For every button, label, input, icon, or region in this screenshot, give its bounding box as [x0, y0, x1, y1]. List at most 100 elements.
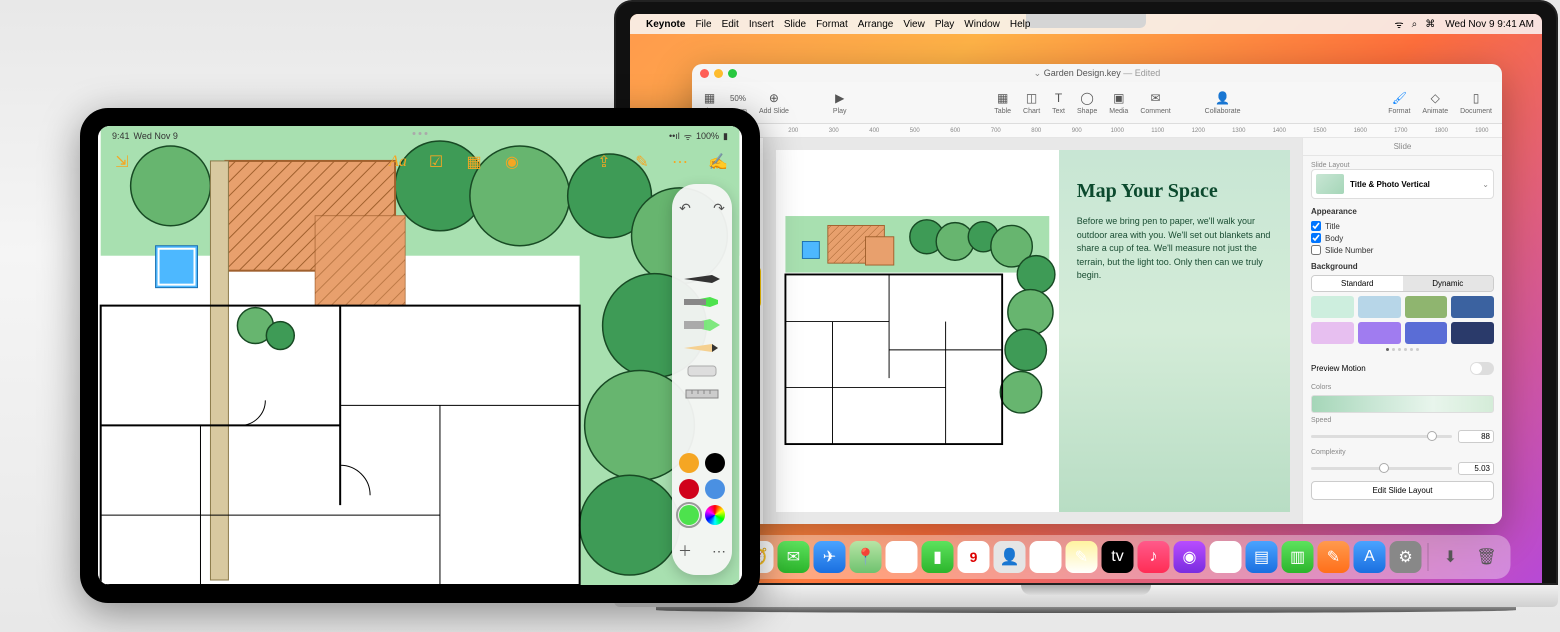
toolbar-add-slide[interactable]: ⊕Add Slide: [759, 90, 789, 115]
swatch-pager[interactable]: [1311, 348, 1494, 351]
dock-downloads[interactable]: ⬇: [1435, 541, 1467, 573]
current-slide[interactable]: Map Your Space Before we bring pen to pa…: [776, 150, 1290, 512]
undo-button[interactable]: ↶: [671, 194, 699, 222]
dock-photos[interactable]: ✿: [886, 541, 918, 573]
menu-insert[interactable]: Insert: [749, 19, 774, 30]
toolbar-document[interactable]: ▯Document: [1460, 90, 1492, 115]
menu-window[interactable]: Window: [964, 19, 1000, 30]
colors-gradient[interactable]: [1311, 395, 1494, 413]
fullscreen-button[interactable]: [728, 69, 737, 78]
dock-podcasts[interactable]: ◉: [1174, 541, 1206, 573]
background-swatch-5[interactable]: [1358, 322, 1401, 344]
compose-icon[interactable]: ✍: [706, 150, 730, 174]
background-mode-toggle[interactable]: Standard Dynamic: [1311, 275, 1494, 292]
preview-motion-toggle[interactable]: [1470, 362, 1494, 375]
dock-reminders[interactable]: ☰: [1030, 541, 1062, 573]
pen-tool[interactable]: [681, 269, 723, 289]
markup-color[interactable]: [679, 453, 699, 473]
dock-settings[interactable]: ⚙: [1390, 541, 1422, 573]
window-titlebar[interactable]: ⌄ Garden Design.key — Edited: [692, 64, 1502, 82]
slide-body[interactable]: Before we bring pen to paper, we'll walk…: [1077, 215, 1272, 283]
markup-icon[interactable]: ✎: [630, 150, 654, 174]
dock-trash[interactable]: 🗑: [1471, 541, 1503, 573]
pencil-tool[interactable]: [681, 338, 723, 358]
control-center-icon[interactable]: ⌘: [1425, 19, 1435, 30]
background-swatch-0[interactable]: [1311, 296, 1354, 318]
check-slide-number[interactable]: Slide Number: [1311, 244, 1494, 256]
eraser-tool[interactable]: [681, 361, 723, 381]
app-menu[interactable]: Keynote: [646, 19, 685, 30]
more-icon[interactable]: ⋯: [668, 150, 692, 174]
menu-slide[interactable]: Slide: [784, 19, 806, 30]
dock-music[interactable]: ♪: [1138, 541, 1170, 573]
toolbar-text[interactable]: TText: [1052, 90, 1065, 115]
dock-facetime[interactable]: ▮: [922, 541, 954, 573]
markup-palette[interactable]: ↶ ↷ ＋ ⋯: [672, 184, 732, 575]
background-swatch-3[interactable]: [1451, 296, 1494, 318]
text-style-button[interactable]: Aa: [386, 150, 410, 174]
redo-button[interactable]: ↷: [705, 194, 733, 222]
slide-text-panel[interactable]: Map Your Space Before we bring pen to pa…: [1059, 150, 1290, 512]
ruler-tool[interactable]: [681, 384, 723, 404]
speed-slider[interactable]: [1311, 435, 1452, 438]
toolbar-comment[interactable]: ✉Comment: [1140, 90, 1170, 115]
add-tool-button[interactable]: ＋: [671, 537, 699, 565]
seg-dynamic[interactable]: Dynamic: [1403, 276, 1494, 291]
camera-icon[interactable]: ◉: [500, 150, 524, 174]
background-swatch-1[interactable]: [1358, 296, 1401, 318]
markup-color[interactable]: [679, 505, 699, 525]
dock-numbers[interactable]: ▥: [1282, 541, 1314, 573]
seg-standard[interactable]: Standard: [1312, 276, 1403, 291]
multitask-handle[interactable]: [413, 132, 428, 135]
slide-canvas[interactable]: Map Your Space Before we bring pen to pa…: [764, 138, 1302, 524]
dock-maps[interactable]: 📍: [850, 541, 882, 573]
complexity-value[interactable]: 5.03: [1458, 462, 1494, 475]
markup-color[interactable]: [679, 479, 699, 499]
notes-canvas[interactable]: [98, 126, 742, 585]
slide-layout-picker[interactable]: Title & Photo Vertical ⌄: [1311, 169, 1494, 199]
toolbar-format[interactable]: 🖌Format: [1388, 90, 1410, 115]
slide-image[interactable]: [776, 150, 1059, 512]
marker-tool[interactable]: [681, 292, 723, 312]
table-icon[interactable]: ▦: [462, 150, 486, 174]
highlighter-tool[interactable]: [681, 315, 723, 335]
menu-help[interactable]: Help: [1010, 19, 1031, 30]
dock-contacts[interactable]: 👤: [994, 541, 1026, 573]
menu-play[interactable]: Play: [935, 19, 954, 30]
dock-notes[interactable]: ✎: [1066, 541, 1098, 573]
dock-mail[interactable]: ✈: [814, 541, 846, 573]
background-swatch-4[interactable]: [1311, 322, 1354, 344]
palette-more-button[interactable]: ⋯: [705, 537, 733, 565]
wifi-icon[interactable]: ᯤ: [1395, 17, 1404, 31]
checklist-icon[interactable]: ☑: [424, 150, 448, 174]
minimize-button[interactable]: [714, 69, 723, 78]
dock-pages[interactable]: ✎: [1318, 541, 1350, 573]
dock-keynote[interactable]: ▤: [1246, 541, 1278, 573]
dock-calendar[interactable]: 9: [958, 541, 990, 573]
toolbar-shape[interactable]: ◯Shape: [1077, 90, 1097, 115]
menu-file[interactable]: File: [695, 19, 711, 30]
menubar-clock[interactable]: Wed Nov 9 9:41 AM: [1445, 19, 1534, 30]
toolbar-animate[interactable]: ◇Animate: [1422, 90, 1448, 115]
dock-appstore[interactable]: A: [1354, 541, 1386, 573]
toolbar-play[interactable]: ▶Play: [833, 90, 847, 115]
dock-tv[interactable]: tv: [1102, 541, 1134, 573]
toolbar-chart[interactable]: ◫Chart: [1023, 90, 1040, 115]
dock-news[interactable]: N: [1210, 541, 1242, 573]
edit-slide-layout-button[interactable]: Edit Slide Layout: [1311, 481, 1494, 500]
menu-edit[interactable]: Edit: [722, 19, 739, 30]
check-body[interactable]: Body: [1311, 232, 1494, 244]
toolbar-table[interactable]: ▦Table: [994, 90, 1011, 115]
slide-title[interactable]: Map Your Space: [1077, 180, 1272, 203]
share-icon[interactable]: ⇪: [592, 150, 616, 174]
background-swatch-6[interactable]: [1405, 322, 1448, 344]
menu-format[interactable]: Format: [816, 19, 848, 30]
speed-value[interactable]: 88: [1458, 430, 1494, 443]
background-swatch-7[interactable]: [1451, 322, 1494, 344]
menu-view[interactable]: View: [903, 19, 925, 30]
complexity-slider[interactable]: [1311, 467, 1452, 470]
close-button[interactable]: [700, 69, 709, 78]
markup-color[interactable]: [705, 505, 725, 525]
menu-arrange[interactable]: Arrange: [858, 19, 894, 30]
check-title[interactable]: Title: [1311, 220, 1494, 232]
